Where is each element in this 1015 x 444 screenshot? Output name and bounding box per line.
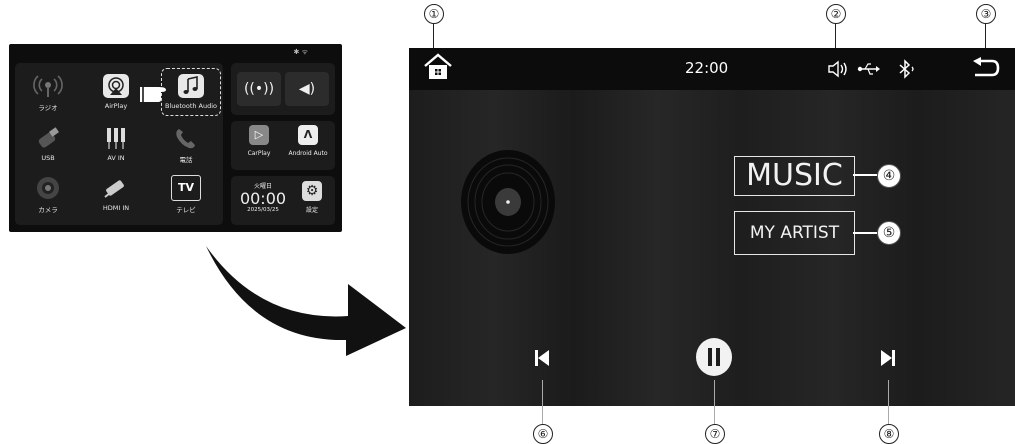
clock-widget: 火曜日 00:00 2025/03/25 (237, 181, 289, 213)
status-bar: 22:00 (409, 48, 1015, 90)
phone-icon (176, 129, 195, 149)
app-hdmi-in-label: HDMI IN (102, 204, 130, 212)
music-title-label: MUSIC (734, 156, 855, 196)
app-av-in-label: AV IN (107, 154, 125, 162)
callout-3: ③ (976, 4, 996, 24)
speaker-icon (828, 60, 847, 78)
callout-7-line (714, 380, 715, 424)
app-tv[interactable]: TV テレビ (161, 175, 211, 214)
callout-6-line (542, 380, 543, 424)
speaker-icon: ◀) (298, 81, 316, 97)
callout-4-line (853, 174, 877, 176)
transition-arrow-icon (206, 246, 406, 356)
clock-time: 00:00 (239, 189, 287, 208)
home-screen-thumbnail: ✱ ᯤ ラジオ AirPlay Bluetooth Audio USB AV I… (9, 44, 342, 232)
volume-button[interactable]: ◀) (285, 72, 329, 106)
previous-track-button[interactable] (535, 350, 549, 366)
selection-highlight (161, 68, 221, 116)
settings-label: 設定 (305, 207, 318, 214)
next-track-button[interactable] (881, 350, 895, 366)
pause-button[interactable] (696, 338, 732, 376)
usb-icon (38, 127, 59, 148)
android-auto-icon: Λ (298, 125, 318, 145)
pause-icon (708, 348, 720, 366)
app-radio[interactable]: ラジオ (23, 73, 73, 112)
callout-7: ⑦ (705, 424, 725, 444)
app-camera[interactable]: カメラ (23, 175, 73, 214)
callout-8-line (888, 380, 889, 424)
app-tv-label: テレビ (176, 206, 196, 214)
carplay-button[interactable]: ▷ CarPlay (237, 125, 281, 157)
callout-2: ② (826, 4, 846, 24)
artist-label: MY ARTIST (734, 211, 855, 255)
callout-8: ⑧ (879, 424, 899, 444)
vinyl-record-icon (461, 150, 555, 254)
bluetooth-icon (899, 59, 914, 79)
radio-signal-icon: ((•)) (243, 81, 275, 97)
projection-panel: ▷ CarPlay Λ Android Auto (231, 121, 335, 170)
camera-icon (37, 177, 59, 199)
bluetooth-audio-screen: 22:00 MUSIC MY ARTIST (409, 48, 1015, 406)
radio-signal-button[interactable]: ((•)) (237, 72, 281, 106)
app-airplay[interactable]: AirPlay (91, 73, 141, 110)
app-usb-label: USB (41, 154, 55, 162)
callout-1: ① (424, 4, 444, 24)
app-av-in[interactable]: AV IN (91, 125, 141, 162)
settings-button[interactable]: ⚙ 設定 (295, 181, 329, 214)
callout-3-line (985, 23, 986, 49)
gear-icon: ⚙ (302, 181, 322, 201)
carplay-icon: ▷ (249, 125, 269, 145)
android-auto-button[interactable]: Λ Android Auto (283, 125, 333, 157)
quick-controls-panel: ((•)) ◀) (231, 63, 335, 115)
app-radio-label: ラジオ (38, 104, 58, 112)
carplay-label: CarPlay (247, 150, 271, 157)
airplay-icon (103, 74, 129, 98)
app-airplay-label: AirPlay (104, 102, 128, 110)
radio-icon (33, 75, 63, 97)
app-hdmi-in[interactable]: HDMI IN (91, 175, 141, 212)
usb-icon (857, 63, 880, 75)
mini-status-icons: ✱ ᯤ (293, 48, 308, 56)
callout-1-line (433, 23, 434, 49)
hdmi-icon (104, 180, 124, 198)
app-grid-panel: ラジオ AirPlay Bluetooth Audio USB AV IN 電話… (15, 63, 223, 225)
clock-panel: 火曜日 00:00 2025/03/25 ⚙ 設定 (231, 176, 335, 225)
back-button[interactable] (971, 57, 1001, 79)
callout-2-line (835, 23, 836, 49)
av-in-icon (107, 128, 125, 149)
android-auto-label: Android Auto (288, 150, 328, 157)
callout-5-line (853, 232, 877, 234)
app-camera-label: カメラ (38, 206, 58, 214)
pointing-hand-icon (140, 87, 166, 102)
tv-icon: TV (171, 175, 201, 201)
callout-4: ④ (877, 164, 901, 188)
app-usb[interactable]: USB (23, 125, 73, 162)
callout-5: ⑤ (877, 221, 901, 245)
app-phone-label: 電話 (179, 156, 193, 164)
callout-6: ⑥ (533, 424, 553, 444)
status-time: 22:00 (685, 59, 729, 77)
app-phone[interactable]: 電話 (161, 125, 211, 164)
home-button[interactable] (423, 53, 453, 81)
